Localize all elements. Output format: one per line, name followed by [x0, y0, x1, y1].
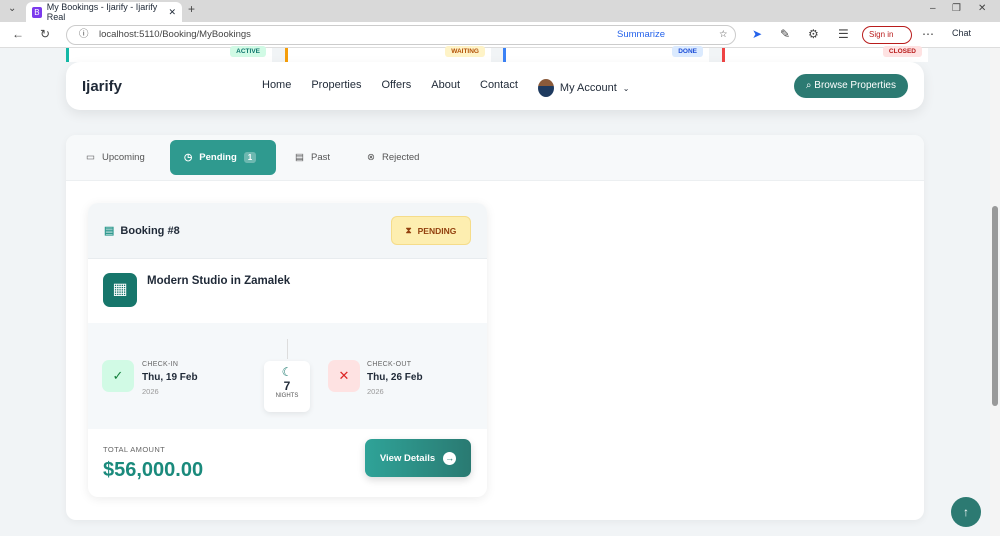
my-account-dropdown[interactable]: My Account ⌄ — [537, 79, 630, 97]
favorite-star-icon[interactable]: ☆ — [719, 26, 728, 44]
browse-properties-button[interactable]: ⌕ Browse Properties — [793, 74, 908, 98]
info-icon: ⓘ — [79, 29, 89, 40]
navbar: Ijarify Home Properties Offers About Con… — [66, 62, 924, 110]
bookings-panel: ▭ Upcoming ◷ Pending 1 ▤ Past ⊗ Rejected ▤ Boo… — [66, 135, 924, 520]
nights-count: 7 — [283, 379, 291, 393]
copilot-arrow-icon[interactable]: ➤ — [752, 27, 762, 41]
page: ACTIVE WAITING DONE CLOSED Ijarify Home … — [0, 46, 990, 536]
scrollbar-thumb[interactable] — [992, 206, 998, 406]
nav-contact[interactable]: Contact — [480, 79, 518, 97]
tab-pending[interactable]: ◷ Pending 1 — [170, 140, 276, 175]
favorites-icon[interactable]: ☰ — [838, 27, 849, 41]
pen-icon[interactable]: ✎ — [780, 27, 790, 41]
nav-about[interactable]: About — [431, 79, 460, 97]
avatar — [537, 79, 554, 97]
chat-button[interactable]: Chat — [952, 28, 971, 38]
archive-icon: ▤ — [295, 152, 304, 163]
tab-count-badge: 1 — [243, 152, 257, 163]
receipt-icon: ▤ — [104, 225, 115, 237]
clock-icon: ◷ — [184, 152, 193, 163]
tab-past[interactable]: ▤ Past — [281, 140, 344, 175]
total-amount: $56,000.00 — [103, 459, 204, 481]
nights-badge: ☾ 7 NIGHTS — [264, 361, 310, 412]
x-circle-icon: ⊗ — [367, 152, 375, 163]
address-bar-row: ← ↻ ⓘ localhost:5110/Booking/MyBookings Su… — [0, 22, 1000, 48]
tab-label: Pending — [199, 152, 237, 163]
browse-label: Browse Properties — [814, 80, 896, 91]
back-icon[interactable]: ← — [12, 27, 24, 41]
tab-label: Rejected — [381, 152, 420, 163]
view-details-button[interactable]: View Details → — [365, 439, 471, 477]
checkout-label: CHECK-OUT — [367, 361, 412, 368]
calendar-check-icon: ✓ — [102, 360, 134, 392]
more-icon[interactable]: ⋯ — [922, 27, 934, 41]
stat-card-active: ACTIVE — [66, 46, 272, 62]
calendar-icon: ▭ — [86, 152, 95, 163]
stat-badge: DONE — [672, 46, 703, 57]
arrow-right-icon: → — [443, 451, 457, 465]
tab-rejected[interactable]: ⊗ Rejected — [353, 140, 433, 175]
brand-logo[interactable]: Ijarify — [82, 78, 122, 95]
browser-tab[interactable]: B My Bookings - Ijarify - Ijarify Real ✕ — [26, 2, 182, 22]
back-to-top-button[interactable]: ↑ — [951, 497, 981, 527]
nights-label: NIGHTS — [275, 393, 299, 399]
sign-in-button[interactable]: Sign in — [862, 26, 912, 44]
tab-title: My Bookings - Ijarify - Ijarify Real — [46, 2, 158, 22]
arrow-up-icon: ↑ — [963, 505, 969, 519]
stay-dates: ✓ CHECK-IN Thu, 19 Feb 2026 ☾ 7 NIGHTS ✕… — [88, 323, 487, 429]
url-input[interactable]: ⓘ localhost:5110/Booking/MyBookings Summar… — [66, 25, 736, 45]
stat-badge: ACTIVE — [230, 46, 266, 57]
view-details-label: View Details — [379, 452, 436, 464]
nav-properties[interactable]: Properties — [311, 79, 361, 97]
stat-badge: CLOSED — [882, 46, 922, 57]
stat-card-waiting: WAITING — [285, 46, 491, 62]
minimize-icon[interactable]: – — [930, 3, 936, 14]
search-icon: ⌕ — [805, 80, 812, 91]
close-tab-icon[interactable]: ✕ — [168, 7, 176, 18]
url-text: localhost:5110/Booking/MyBookings — [99, 29, 251, 40]
chevron-down-icon: ⌄ — [622, 83, 630, 93]
moon-icon: ☾ — [281, 365, 293, 379]
account-label: My Account — [559, 82, 617, 94]
nav-offers[interactable]: Offers — [381, 79, 411, 97]
status-badge: ⧗ PENDING — [391, 216, 471, 245]
favicon-icon: B — [32, 6, 42, 18]
checkin-year: 2026 — [142, 387, 159, 396]
checkin-label: CHECK-IN — [142, 361, 179, 368]
summarize-button[interactable]: Summarize — [617, 26, 665, 44]
extensions-icon[interactable]: ⚙ — [808, 27, 819, 41]
building-icon: ▦ — [103, 273, 137, 307]
tab-list-icon[interactable]: ⌄ — [8, 3, 16, 14]
hourglass-icon: ⧗ — [405, 225, 412, 235]
new-tab-icon[interactable]: + — [188, 2, 195, 16]
property-name[interactable]: Modern Studio in Zamalek — [147, 275, 290, 287]
booking-card: ▤ Booking #8 ⧗ PENDING ▦ Modern Studio in … — [88, 203, 487, 497]
refresh-icon[interactable]: ↻ — [40, 27, 50, 41]
total-label: TOTAL AMOUNT — [103, 445, 166, 454]
tab-label: Past — [310, 152, 330, 163]
checkout-year: 2026 — [367, 387, 384, 396]
status-text: PENDING — [417, 225, 457, 236]
browser-tab-bar: ⌄ B My Bookings - Ijarify - Ijarify Real ✕… — [0, 0, 1000, 22]
booking-id: Booking #8 — [120, 224, 180, 237]
tab-label: Upcoming — [101, 152, 145, 163]
nav-home[interactable]: Home — [262, 79, 291, 97]
calendar-x-icon: ✕ — [328, 360, 360, 392]
restore-icon[interactable]: ❐ — [952, 3, 961, 14]
booking-tabs: ▭ Upcoming ◷ Pending 1 ▤ Past ⊗ Rejected — [66, 135, 924, 181]
checkin-date: Thu, 19 Feb — [142, 372, 198, 383]
scrollbar[interactable] — [990, 48, 1000, 536]
stat-card-done: DONE — [503, 46, 709, 62]
checkout-date: Thu, 26 Feb — [367, 372, 423, 383]
close-window-icon[interactable]: ✕ — [978, 3, 986, 14]
stat-card-closed: CLOSED — [722, 46, 928, 62]
tab-upcoming[interactable]: ▭ Upcoming — [72, 140, 159, 175]
stat-badge: WAITING — [445, 46, 485, 57]
